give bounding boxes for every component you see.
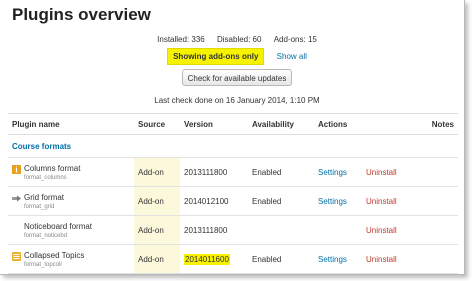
plugin-name-cell: i Columns format format_columns <box>8 157 134 187</box>
collapsed-topics-icon <box>12 251 21 261</box>
plugin-availability: Enabled <box>248 244 314 274</box>
header-version: Version <box>180 113 248 135</box>
table-header-row: Plugin name Source Version Availability … <box>8 113 458 135</box>
svg-text:i: i <box>15 165 17 174</box>
columns-format-icon: i <box>12 164 21 174</box>
installed-count: Installed: 336 <box>157 35 205 44</box>
uninstall-link[interactable]: Uninstall <box>362 244 420 274</box>
table-row: Collapsed Topics format_topcoll Add-on 2… <box>8 244 458 274</box>
filter-bar: Showing add-ons only Show all <box>0 48 474 65</box>
plugin-notes <box>420 186 458 216</box>
plugin-notes <box>420 244 458 274</box>
plugin-name: Grid format <box>24 192 65 202</box>
table-row: i Columns format format_columns Add-on 2… <box>8 157 458 187</box>
plugin-availability: Enabled <box>248 157 314 187</box>
show-all-link[interactable]: Show all <box>277 52 307 61</box>
uninstall-link[interactable]: Uninstall <box>362 186 420 216</box>
plugin-version: 2013111800 <box>180 157 248 187</box>
settings-link[interactable]: Settings <box>314 157 362 187</box>
plugin-component: format_noticebd <box>24 232 68 239</box>
plugin-name-cell: Grid format format_grid <box>8 186 134 216</box>
plugin-name: Collapsed Topics <box>24 250 85 260</box>
plugin-source: Add-on <box>134 215 180 245</box>
uninstall-link[interactable]: Uninstall <box>362 215 420 245</box>
plugin-counts: Installed: 336 Disabled: 60 Add-ons: 15 <box>0 35 474 44</box>
category-course-formats[interactable]: Course formats <box>8 134 458 158</box>
header-availability: Availability <box>248 113 314 135</box>
page-title: Plugins overview <box>12 5 151 24</box>
plugin-component: format_topcoll <box>24 261 62 268</box>
settings-link[interactable]: Settings <box>314 186 362 216</box>
plugin-version: 2013111800 <box>180 215 248 245</box>
header-actions-extra <box>362 113 420 135</box>
plugin-component: format_columns <box>24 174 67 181</box>
header-source: Source <box>134 113 180 135</box>
header-notes: Notes <box>420 113 458 135</box>
plugin-component: format_grid <box>24 203 55 210</box>
plugins-table: Plugin name Source Version Availability … <box>8 113 458 274</box>
last-check-text: Last check done on 16 January 2014, 1:10… <box>154 96 320 105</box>
plugin-version-cell: 2014011600 <box>180 244 248 274</box>
plugin-name: Noticeboard format <box>24 221 93 231</box>
plugin-name: Columns format <box>24 163 81 173</box>
disabled-count: Disabled: 60 <box>216 35 262 44</box>
uninstall-link[interactable]: Uninstall <box>362 157 420 187</box>
header-actions: Actions <box>314 113 362 135</box>
plugin-source: Add-on <box>134 186 180 216</box>
check-updates-button[interactable]: Check for available updates <box>182 69 292 86</box>
page-frame: Plugins overview Installed: 336 Disabled… <box>0 0 465 275</box>
category-row: Course formats <box>8 134 458 158</box>
grid-format-icon <box>12 195 21 201</box>
plugin-version: 2014012100 <box>180 186 248 216</box>
table-row: Grid format format_grid Add-on 201401210… <box>8 186 458 216</box>
plugin-name-cell: Noticeboard format format_noticebd <box>8 215 134 245</box>
active-filter: Showing add-ons only <box>167 48 265 65</box>
table-row: Noticeboard format format_noticebd Add-o… <box>8 215 458 245</box>
plugin-notes <box>420 215 458 245</box>
plugin-notes <box>420 157 458 187</box>
plugin-source: Add-on <box>134 157 180 187</box>
plugin-availability <box>248 215 314 245</box>
plugin-source: Add-on <box>134 244 180 274</box>
blank-icon <box>12 223 21 232</box>
settings-link[interactable] <box>314 215 362 245</box>
addons-count: Add-ons: 15 <box>273 35 317 44</box>
plugin-version: 2014011600 <box>184 253 230 265</box>
settings-link[interactable]: Settings <box>314 244 362 274</box>
header-plugin-name: Plugin name <box>8 113 134 135</box>
plugin-name-cell: Collapsed Topics format_topcoll <box>8 244 134 274</box>
plugin-availability: Enabled <box>248 186 314 216</box>
